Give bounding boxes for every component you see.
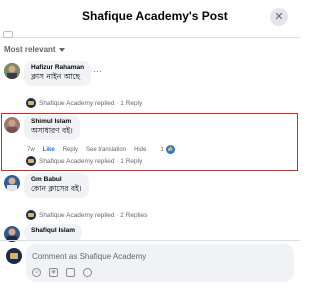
comment-author[interactable]: Shafiqul Islam [31,227,75,235]
reply-button[interactable]: Reply [63,147,78,153]
like-button[interactable]: Like [43,147,55,153]
reaction-bar-edge [3,31,13,38]
close-icon[interactable]: ✕ [270,8,288,26]
composer-icons: ☺ ◉ [32,268,92,277]
avatar[interactable] [4,117,20,133]
hide-button[interactable]: Hide [134,147,146,153]
sort-dropdown[interactable]: Most relevant [4,45,65,54]
comment-input[interactable]: Comment as Shafique Academy ☺ ◉ [26,244,294,282]
view-replies-link[interactable]: Shafique Academy replied · 1 Reply [26,156,142,166]
comment-author[interactable]: Shimul Islam [31,118,73,126]
comment-actions: 7w Like Reply See translation Hide 1 👍 [27,145,175,154]
view-replies-link[interactable]: Shafique Academy replied · 1 Reply [26,98,142,108]
comment-author[interactable]: Gm Babul [31,176,82,184]
comment-bubble: Shimul Islam অসাধারণ বই। [24,115,80,140]
gif-icon[interactable] [66,268,75,277]
comment-author[interactable]: Hafizur Rahaman [31,64,84,72]
replies-text: Shafique Academy replied · 1 Reply [39,99,143,107]
comment-bubble: Hafizur Rahaman ক্লাস নাইন আছে [24,61,92,86]
comment-bubble: Shafiqul Islam [24,224,83,241]
avatar[interactable] [4,63,20,79]
comment-text: কোন ক্লাসের বই। [31,184,82,193]
camera-icon[interactable]: ◉ [49,268,58,277]
thumbs-up-icon: 👍 [165,145,175,154]
sticker-icon[interactable] [83,268,92,277]
see-translation-button[interactable]: See translation [86,147,126,153]
emoji-icon[interactable]: ☺ [32,268,41,277]
comment-bubble: Gm Babul কোন ক্লাসের বই। [24,173,89,198]
sort-label: Most relevant [4,45,56,54]
chevron-down-icon [58,48,65,52]
comment-composer: Comment as Shafique Academy ☺ ◉ [0,240,300,300]
comment-time[interactable]: 7w [27,147,35,153]
reaction-number: 1 [160,146,164,153]
page-avatar-icon [26,156,36,166]
comment-text: অসাধারণ বই। [31,126,73,135]
view-replies-link[interactable]: Shafique Academy replied · 2 Replies [26,210,147,220]
post-title: Shafique Academy's Post [82,9,228,23]
replies-text: Shafique Academy replied · 2 Replies [39,211,148,219]
more-options-icon[interactable]: ··· [93,66,102,76]
avatar [6,248,22,264]
avatar[interactable] [4,175,20,191]
reaction-count[interactable]: 1 👍 [160,145,175,154]
replies-text: Shafique Academy replied · 1 Reply [39,157,143,165]
page-avatar-icon [26,98,36,108]
post-header: Shafique Academy's Post ✕ [0,0,300,38]
comment-text: ক্লাস নাইন আছে [31,72,81,81]
comment-placeholder: Comment as Shafique Academy [32,252,147,261]
page-avatar-icon [26,210,36,220]
